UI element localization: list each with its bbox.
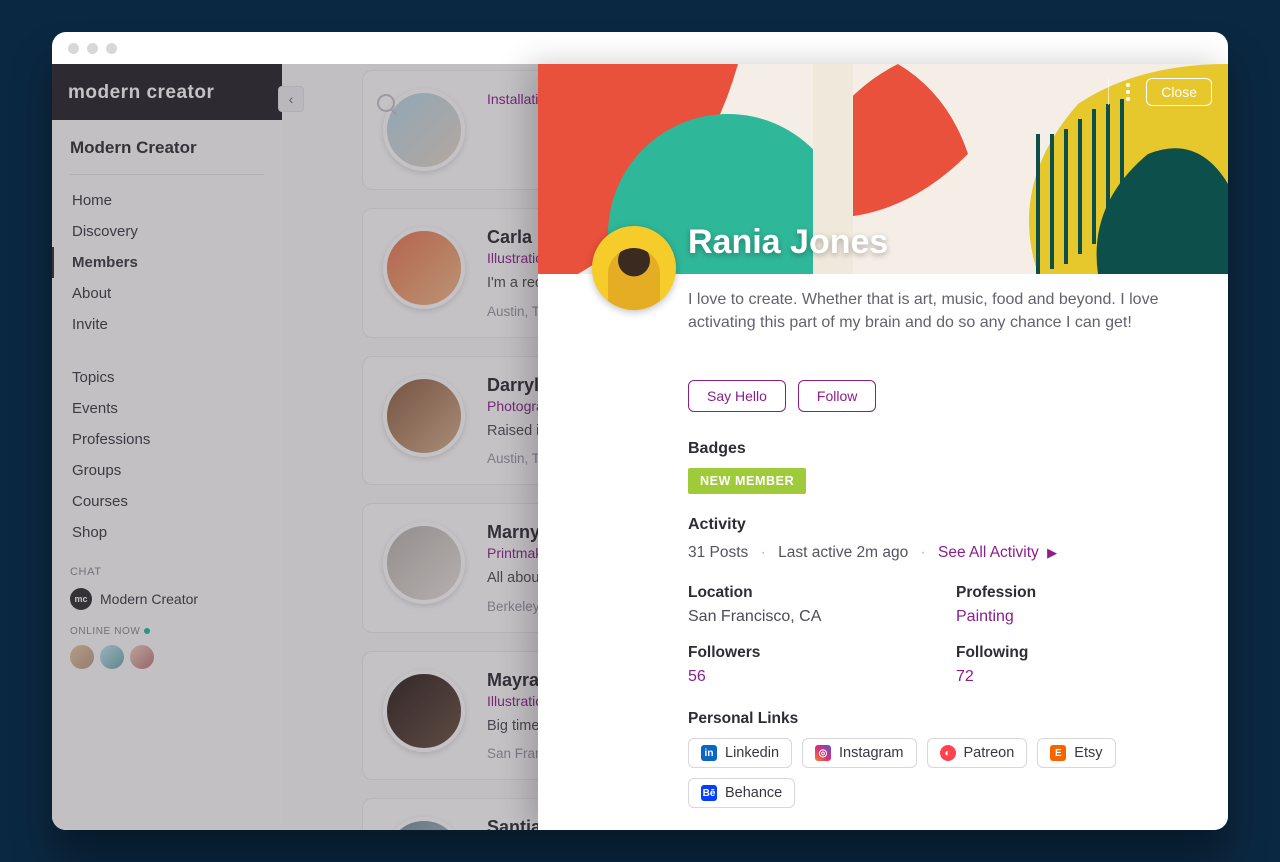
personal-link-linkedin[interactable]: inLinkedin <box>688 738 792 768</box>
personal-link-instagram[interactable]: ◎Instagram <box>802 738 916 768</box>
personal-links-heading: Personal Links <box>688 710 1200 728</box>
behance-icon: Bē <box>701 785 717 801</box>
last-active: Last active 2m ago <box>778 544 908 561</box>
personal-link-behance[interactable]: BēBehance <box>688 778 795 808</box>
location-value: San Francisco, CA <box>688 608 932 626</box>
activity-line: 31 Posts · Last active 2m ago · See All … <box>688 544 1200 562</box>
profession-value[interactable]: Painting <box>956 608 1200 626</box>
location-label: Location <box>688 584 932 602</box>
personal-link-patreon[interactable]: ◐Patreon <box>927 738 1028 768</box>
linkedin-icon: in <box>701 745 717 761</box>
badge-new-member: NEW MEMBER <box>688 468 806 494</box>
traffic-light-max[interactable] <box>106 43 117 54</box>
profile-name: Rania Jones <box>688 223 888 262</box>
profile-bio: I love to create. Whether that is art, m… <box>688 274 1200 334</box>
profile-avatar[interactable] <box>592 226 676 310</box>
follow-button[interactable]: Follow <box>798 380 876 412</box>
profile-sheet: Close Rania Jones I love to create. Whet… <box>538 64 1228 830</box>
followers-value[interactable]: 56 <box>688 668 932 686</box>
close-button[interactable]: Close <box>1146 78 1212 106</box>
badges-heading: Badges <box>688 440 1200 458</box>
say-hello-button[interactable]: Say Hello <box>688 380 786 412</box>
followers-label: Followers <box>688 644 932 662</box>
activity-heading: Activity <box>688 516 1200 534</box>
window-titlebar <box>52 32 1228 64</box>
following-label: Following <box>956 644 1200 662</box>
instagram-icon: ◎ <box>815 745 831 761</box>
profession-label: Profession <box>956 584 1200 602</box>
more-menu-icon[interactable] <box>1108 79 1132 105</box>
traffic-light-close[interactable] <box>68 43 79 54</box>
personal-link-etsy[interactable]: EEtsy <box>1037 738 1115 768</box>
following-value[interactable]: 72 <box>956 668 1200 686</box>
chevron-right-icon: ▶ <box>1047 545 1057 560</box>
traffic-light-min[interactable] <box>87 43 98 54</box>
see-all-activity-link[interactable]: See All Activity <box>938 544 1039 561</box>
etsy-icon: E <box>1050 745 1066 761</box>
posts-count: 31 Posts <box>688 544 748 561</box>
patreon-icon: ◐ <box>940 745 956 761</box>
